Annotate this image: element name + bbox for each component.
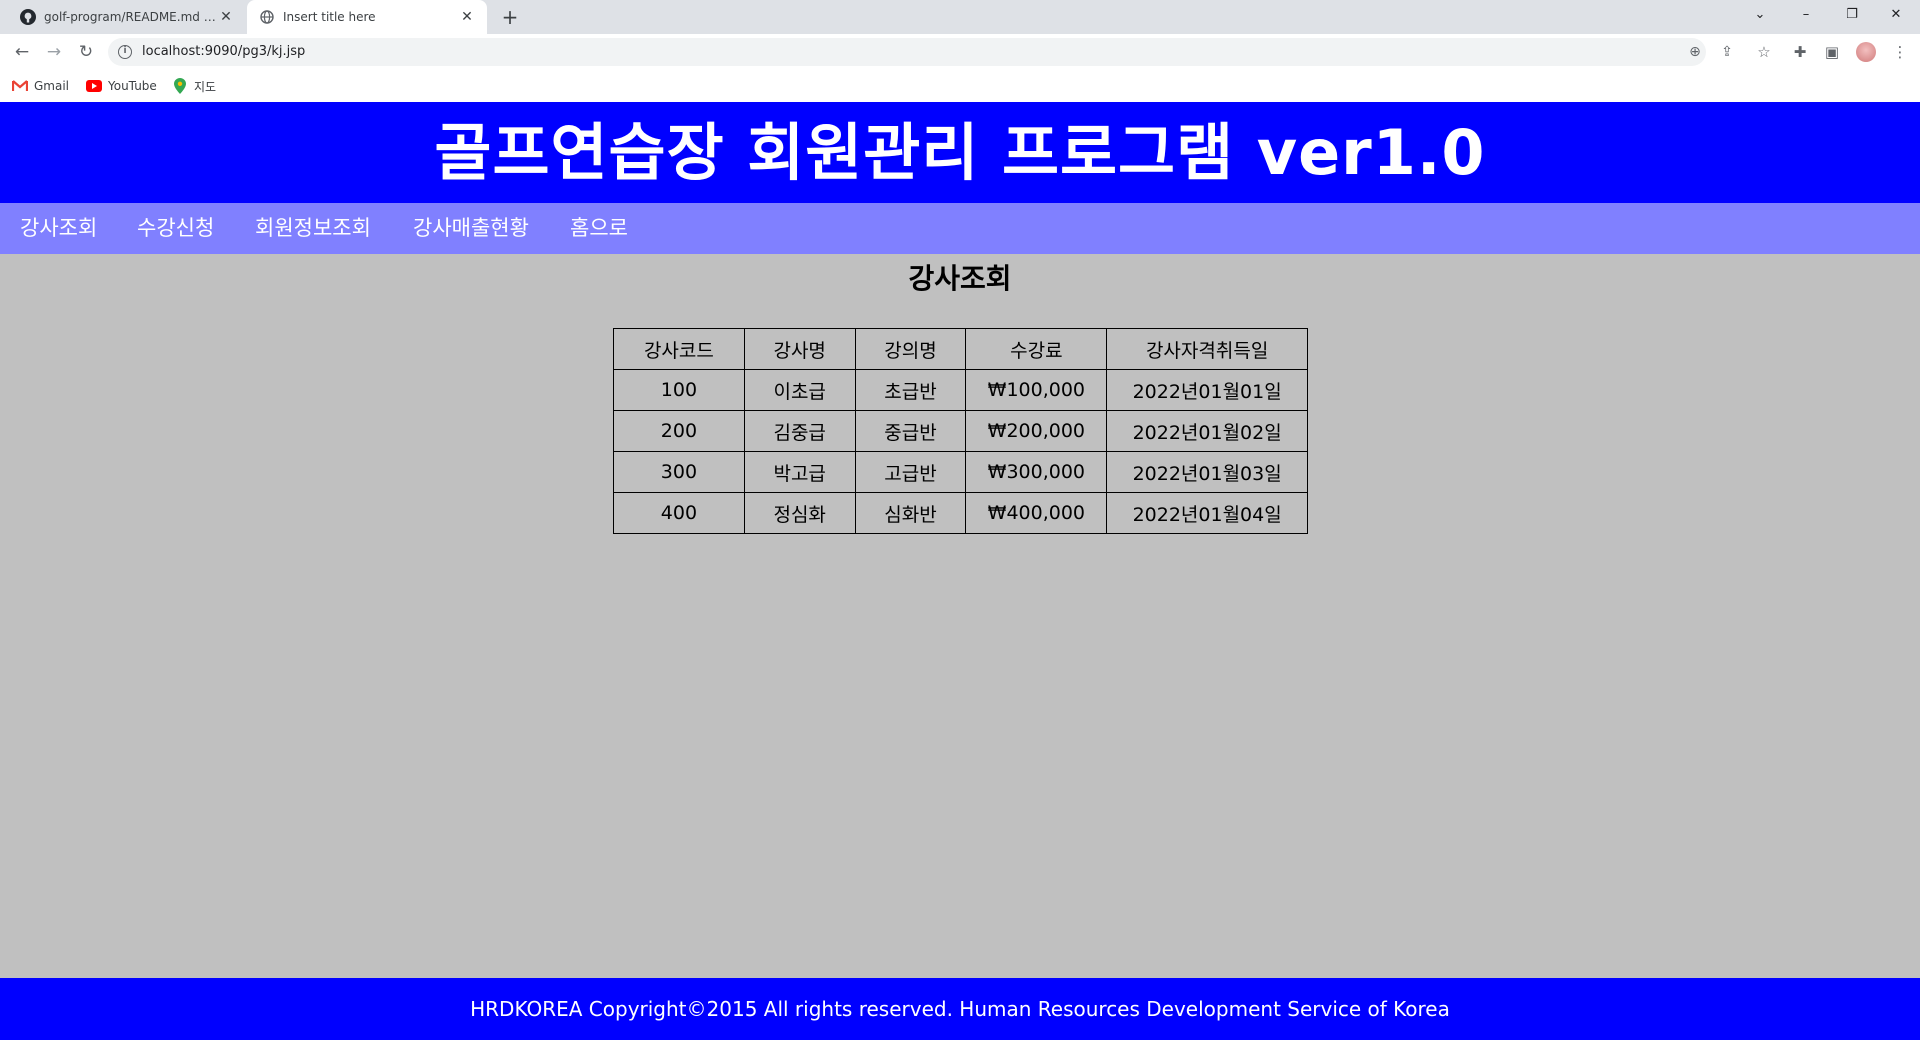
browser-tab-strip: golf-program/README.md at m ✕ Insert tit… [0,0,1920,34]
cell-date: 2022년01월02일 [1106,410,1308,452]
table-row: 100 이초급 초급반 ₩100,000 2022년01월01일 [613,369,1308,411]
browser-toolbar: ← → ↻ i localhost:9090/pg3/kj.jsp ⊕ ⇪ ☆ … [0,34,1920,70]
share-icon[interactable]: ⇪ [1718,43,1736,61]
cell-name: 김중급 [743,410,856,452]
table-row: 400 정심화 심화반 ₩400,000 2022년01월04일 [613,492,1308,534]
side-panel-icon[interactable]: ▣ [1820,40,1844,64]
bookmark-star-icon[interactable]: ☆ [1752,40,1776,64]
youtube-icon [86,79,102,93]
tab-title: Insert title here [283,10,376,24]
zoom-icon[interactable]: ⊕ [1686,43,1704,61]
site-nav-bar: 강사조회 수강신청 회원정보조회 강사매출현황 홈으로 [0,203,1920,254]
bookmark-gmail[interactable]: Gmail [12,77,69,95]
column-header: 강사코드 [613,328,745,370]
table-header-row: 강사코드 강사명 강의명 수강료 강사자격취득일 [613,328,1308,370]
bookmark-label: YouTube [108,79,157,93]
cell-fee: ₩300,000 [965,451,1108,493]
bookmarks-bar: Gmail YouTube 지도 [0,70,1920,102]
bookmark-youtube[interactable]: YouTube [86,77,157,95]
table-row: 200 김중급 중급반 ₩200,000 2022년01월02일 [613,410,1308,452]
cell-name: 정심화 [743,492,856,534]
site-footer: HRDKOREA Copyright©2015 All rights reser… [0,978,1920,1040]
nav-link-instructor-lookup[interactable]: 강사조회 [20,203,97,254]
gmail-icon [12,79,28,93]
cell-code: 100 [613,369,745,411]
site-title: 골프연습장 회원관리 프로그램 ver1.0 [0,102,1920,203]
forward-icon[interactable]: → [42,40,66,64]
maps-pin-icon [172,78,188,94]
minimize-icon[interactable]: – [1786,0,1826,30]
menu-kebab-icon[interactable]: ⋮ [1888,40,1912,64]
tab-title: golf-program/README.md at m [44,10,218,24]
cell-code: 300 [613,451,745,493]
cell-name: 이초급 [743,369,856,411]
cell-class: 중급반 [854,410,967,452]
site-info-icon[interactable]: i [118,45,132,59]
back-icon[interactable]: ← [10,40,34,64]
cell-fee: ₩200,000 [965,410,1108,452]
bookmark-label: Gmail [34,79,70,93]
cell-fee: ₩100,000 [965,369,1108,411]
column-header: 수강료 [965,328,1108,370]
new-tab-button[interactable]: + [498,5,522,29]
web-page: 골프연습장 회원관리 프로그램 ver1.0 강사조회 수강신청 회원정보조회 … [0,102,1920,1040]
column-header: 강의명 [854,328,967,370]
cell-date: 2022년01월04일 [1106,492,1308,534]
tab-search-icon[interactable]: ⌄ [1740,0,1780,30]
restore-icon[interactable]: ❐ [1832,0,1872,30]
column-header: 강사명 [743,328,856,370]
profile-avatar[interactable] [1856,42,1876,62]
url-text: localhost:9090/pg3/kj.jsp [142,44,306,59]
close-window-icon[interactable]: ✕ [1876,0,1916,30]
column-header: 강사자격취득일 [1106,328,1308,370]
nav-link-home[interactable]: 홈으로 [570,203,628,254]
close-tab-icon[interactable]: ✕ [218,9,234,25]
globe-icon [259,9,275,25]
page-title: 강사조회 [908,262,1012,295]
cell-code: 200 [613,410,745,452]
cell-class: 심화반 [854,492,967,534]
cell-date: 2022년01월03일 [1106,451,1308,493]
tab-github-readme[interactable]: golf-program/README.md at m ✕ [8,0,246,34]
cell-fee: ₩400,000 [965,492,1108,534]
cell-class: 초급반 [854,369,967,411]
nav-link-member-info[interactable]: 회원정보조회 [255,203,371,254]
cell-code: 400 [613,492,745,534]
cell-class: 고급반 [854,451,967,493]
cell-name: 박고급 [743,451,856,493]
address-bar[interactable]: i localhost:9090/pg3/kj.jsp ⊕ ⇪ [108,38,1733,66]
nav-link-instructor-sales[interactable]: 강사매출현황 [413,203,529,254]
instructor-table: 강사코드 강사명 강의명 수강료 강사자격취득일 100 이초급 초급반 ₩10… [613,328,1308,534]
bookmark-maps[interactable]: 지도 [172,77,216,95]
close-tab-icon[interactable]: ✕ [459,9,475,25]
nav-link-course-registration[interactable]: 수강신청 [137,203,214,254]
bookmark-label: 지도 [194,79,217,94]
extensions-icon[interactable]: ✚ [1788,40,1812,64]
reload-icon[interactable]: ↻ [74,40,98,64]
table-row: 300 박고급 고급반 ₩300,000 2022년01월03일 [613,451,1308,493]
tab-insert-title[interactable]: Insert title here ✕ [247,0,487,34]
cell-date: 2022년01월01일 [1106,369,1308,411]
github-icon [20,9,36,25]
